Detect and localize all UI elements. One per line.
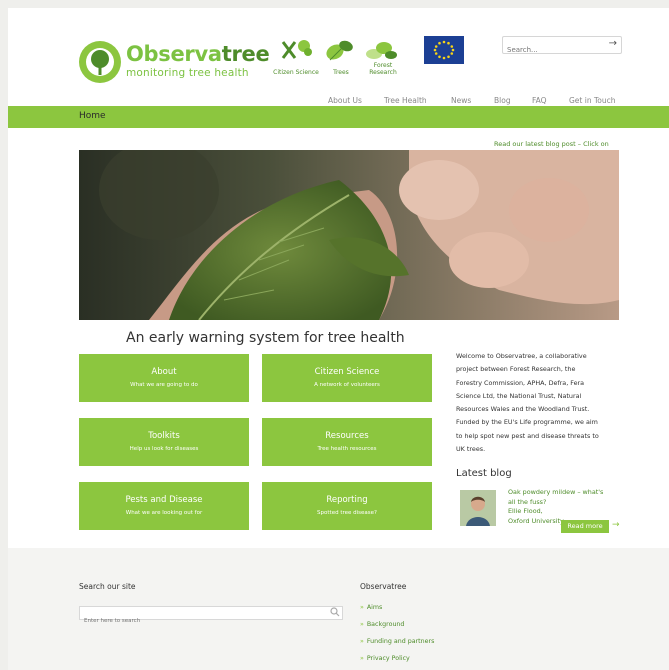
tile-pests-and-disease[interactable]: Pests and Disease What we are looking ou… — [79, 482, 249, 530]
footer-search-heading: Search our site — [79, 582, 136, 591]
breadcrumb-bar: Home — [8, 106, 669, 128]
tile-resources[interactable]: Resources Tree health resources — [262, 418, 432, 466]
nav-about-us[interactable]: About Us — [328, 96, 362, 105]
footer-link-funding-and-partners[interactable]: » Funding and partners — [360, 638, 434, 645]
leaf-icon — [326, 40, 353, 61]
eu-flag-icon — [424, 36, 464, 64]
tree-logo-icon — [79, 41, 121, 83]
chevron-right-icon: » — [360, 604, 364, 611]
nav-faq[interactable]: FAQ — [532, 96, 547, 105]
nav-news[interactable]: News — [451, 96, 471, 105]
footer-link-aims[interactable]: » Aims — [360, 604, 382, 611]
footer-search[interactable] — [79, 606, 343, 627]
footer-link-privacy-policy[interactable]: » Privacy Policy — [360, 655, 410, 662]
footer-search-input[interactable] — [80, 615, 318, 627]
nav-blog[interactable]: Blog — [494, 96, 511, 105]
nav-tree-health[interactable]: Tree Health — [384, 96, 427, 105]
tile-toolkits[interactable]: Toolkits Help us look for diseases — [79, 418, 249, 466]
chevron-right-icon: » — [360, 638, 364, 645]
search-input[interactable] — [503, 43, 599, 57]
logo-tagline: monitoring tree health — [126, 67, 249, 79]
blog-author-avatar — [460, 490, 496, 526]
observatree-logo[interactable]: Observatree monitoring tree health — [78, 40, 270, 86]
search-submit-icon[interactable]: → — [609, 38, 617, 49]
partner-logo-forest-research[interactable]: Forest Research — [360, 36, 406, 76]
latest-blog-banner-link[interactable]: Read our latest blog post – Click on — [494, 140, 609, 148]
logo-name: Observatree — [126, 42, 270, 66]
partner-logo-citizen-science[interactable]: Citizen Science — [273, 36, 319, 76]
tile-reporting[interactable]: Reporting Spotted tree disease? — [262, 482, 432, 530]
tools-icon — [281, 40, 312, 59]
arrow-right-icon[interactable]: → — [612, 520, 620, 530]
search-icon[interactable] — [330, 606, 340, 618]
chevron-right-icon: » — [360, 655, 364, 662]
read-more-button[interactable]: Read more — [561, 520, 609, 533]
footer: Search our site Observatree »Aims »Backg… — [8, 548, 669, 670]
latest-blog-heading: Latest blog — [456, 468, 512, 479]
chevron-right-icon: » — [360, 621, 364, 628]
welcome-text: Welcome to Observatree, a collaborative … — [456, 352, 599, 454]
tile-citizen-science[interactable]: Citizen Science A network of volunteers — [262, 354, 432, 402]
latest-blog-title-link[interactable]: Oak powdery mildew – what's all the fuss… — [508, 488, 626, 507]
page: Observatree monitoring tree health Citiz… — [8, 8, 669, 670]
tile-about[interactable]: About What we are going to do — [79, 354, 249, 402]
hero-image — [79, 150, 619, 320]
footer-link-background[interactable]: » Background — [360, 621, 404, 628]
partner-logo-trees[interactable]: Trees — [318, 36, 364, 76]
header-search[interactable]: → — [502, 36, 622, 57]
page-tagline: An early warning system for tree health — [126, 330, 405, 346]
leaf-cluster-icon — [366, 42, 397, 59]
footer-links-heading: Observatree — [360, 582, 407, 591]
nav-get-in-touch[interactable]: Get in Touch — [569, 96, 616, 105]
latest-blog-author: Ellie Flood, Oxford University — [508, 507, 564, 525]
breadcrumb-home[interactable]: Home — [79, 111, 106, 121]
